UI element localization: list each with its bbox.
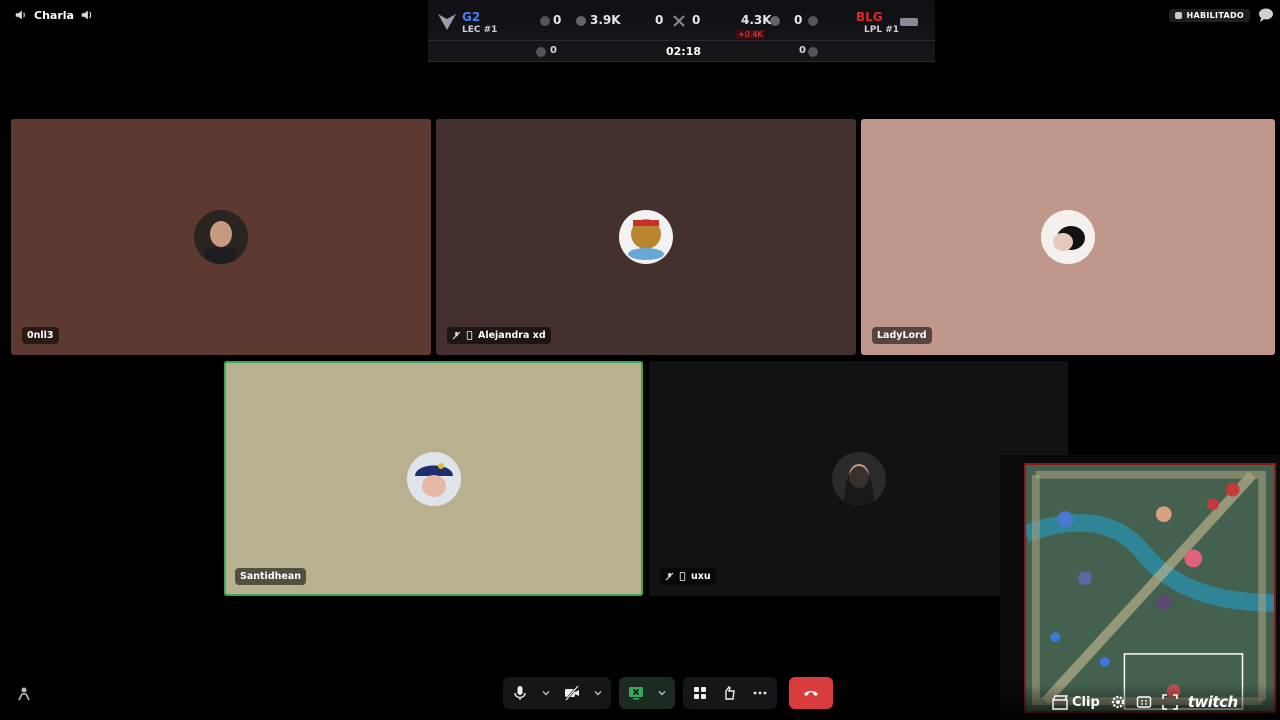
clip-button[interactable]: Clip xyxy=(1052,694,1100,710)
participant-tile[interactable]: Alejandra xd xyxy=(436,119,856,355)
camera-button[interactable] xyxy=(563,684,581,702)
chat-bubble-icon[interactable] xyxy=(1258,8,1274,22)
avatar xyxy=(831,451,886,506)
clip-label: Clip xyxy=(1072,694,1100,710)
blg-logo-icon xyxy=(900,18,918,26)
right-dragons: 0 xyxy=(799,45,806,56)
voice-channel-header[interactable]: Charla xyxy=(14,8,94,22)
gold-difference: +0.4K xyxy=(736,30,765,39)
gold-coin-icon-right xyxy=(770,16,780,26)
stream-preview[interactable]: Clip twitch xyxy=(1000,455,1280,720)
extras-group xyxy=(683,677,777,709)
participant-name: LadyLord xyxy=(877,330,927,341)
right-kills: 0 xyxy=(692,13,701,27)
tower-icon-right xyxy=(808,16,818,26)
muted-mic-icon xyxy=(452,331,461,340)
gear-icon[interactable] xyxy=(1110,694,1126,710)
participant-tile-speaking[interactable]: Santidhean xyxy=(224,361,643,596)
tower-icon xyxy=(540,16,550,26)
left-dragons: 0 xyxy=(550,45,557,56)
participant-name-label: Santidhean xyxy=(235,568,306,585)
participant-name: 0nll3 xyxy=(27,330,54,341)
swords-icon xyxy=(673,15,685,27)
ellipsis-icon xyxy=(753,691,767,695)
twitch-logo[interactable]: twitch xyxy=(1188,693,1238,711)
participant-name: Alejandra xd xyxy=(478,330,546,341)
participant-tile[interactable]: 0nll3 xyxy=(11,119,431,355)
activity-icon[interactable] xyxy=(16,686,32,702)
participant-name-label: Alejandra xd xyxy=(447,327,551,344)
soundboard-button[interactable] xyxy=(721,684,739,702)
soundboard-icon xyxy=(725,685,735,700)
g2-logo-icon xyxy=(438,14,456,30)
microphone-icon xyxy=(514,686,526,700)
left-towers: 0 xyxy=(553,13,562,27)
avatar xyxy=(406,451,461,506)
left-team-name: G2 xyxy=(462,10,481,24)
camera-off-icon xyxy=(565,685,579,701)
participant-name-label: uxu xyxy=(660,568,716,585)
left-team-rank: LEC #1 xyxy=(462,25,498,35)
right-gold: 4.3K xyxy=(741,13,772,27)
left-kills: 0 xyxy=(655,13,664,27)
disconnect-button[interactable] xyxy=(789,677,833,709)
status-badge-label: HABILITADO xyxy=(1186,11,1244,20)
chevron-down-icon[interactable] xyxy=(657,688,667,698)
grid-icon xyxy=(694,687,706,699)
status-badge[interactable]: HABILITADO xyxy=(1169,9,1250,22)
activities-button[interactable] xyxy=(691,684,709,702)
game-timer: 02:18 xyxy=(666,45,702,58)
channel-name: Charla xyxy=(34,8,74,22)
gold-coin-icon xyxy=(576,16,586,26)
mobile-icon xyxy=(466,331,473,340)
avatar xyxy=(1041,210,1095,264)
speaker-icon xyxy=(15,10,25,20)
participant-name-label: LadyLord xyxy=(872,327,932,344)
scoreboard-overlay: G2 LEC #1 0 3.9K 0 0 4.3K +0.4K 0 BLG LP… xyxy=(428,0,935,62)
mobile-icon xyxy=(679,572,686,581)
dragon-icon xyxy=(536,47,546,57)
chevron-down-icon[interactable] xyxy=(541,688,551,698)
microphone-button[interactable] xyxy=(511,684,529,702)
participant-name: uxu xyxy=(691,571,711,582)
avatar xyxy=(619,210,673,264)
stream-controls: Clip twitch xyxy=(1000,684,1280,720)
volume-icon[interactable] xyxy=(80,8,94,22)
stop-share-button[interactable] xyxy=(627,684,645,702)
screen-share-group xyxy=(619,677,675,709)
call-controls xyxy=(503,677,833,709)
right-towers: 0 xyxy=(794,13,803,27)
more-options-button[interactable] xyxy=(751,684,769,702)
audio-video-group xyxy=(503,677,611,709)
game-minimap xyxy=(1022,463,1276,713)
avatar xyxy=(194,210,248,264)
right-team-rank: LPL #1 xyxy=(864,25,900,35)
right-team-name: BLG xyxy=(856,10,883,24)
dragon-icon-right xyxy=(808,47,818,57)
participant-name-label: 0nll3 xyxy=(22,327,59,344)
status-icon xyxy=(1175,12,1183,19)
participant-tile[interactable]: LadyLord xyxy=(861,119,1275,355)
hang-up-icon xyxy=(804,691,818,696)
left-gold: 3.9K xyxy=(590,13,621,27)
captions-icon[interactable] xyxy=(1136,694,1152,710)
chevron-down-icon[interactable] xyxy=(593,688,603,698)
fullscreen-icon[interactable] xyxy=(1161,694,1178,710)
participant-name: Santidhean xyxy=(240,571,301,582)
clapper-icon xyxy=(1052,695,1068,710)
muted-mic-icon xyxy=(665,572,674,581)
screen-share-icon xyxy=(629,687,643,700)
